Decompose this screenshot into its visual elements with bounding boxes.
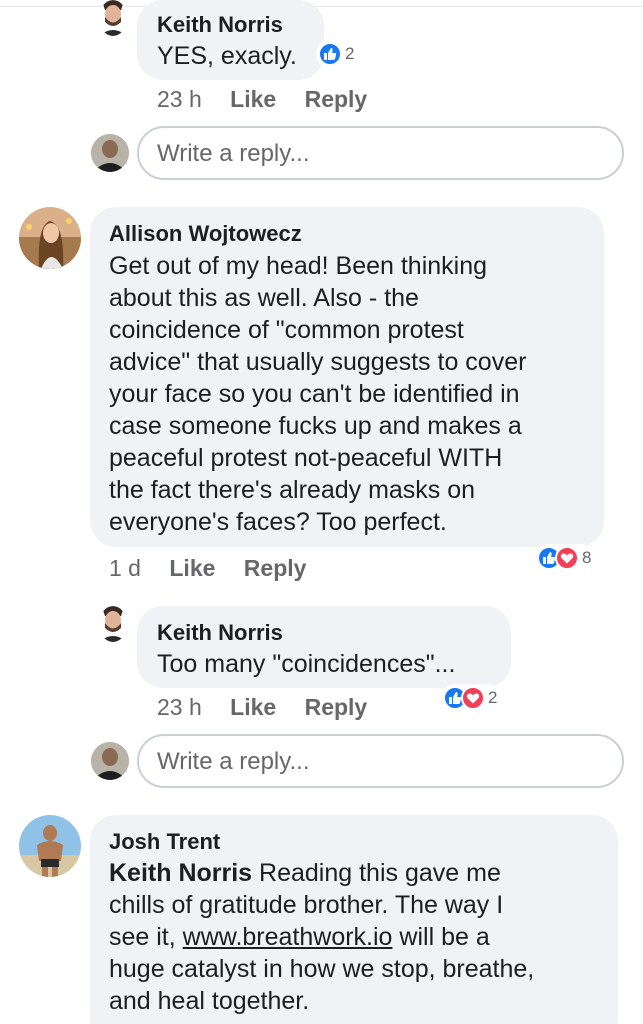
like-button[interactable]: Like	[169, 555, 215, 582]
like-icon	[318, 42, 342, 66]
comment-line: advice" that usually suggests to cover	[109, 348, 527, 376]
reaction-count: 8	[582, 548, 592, 567]
avatar[interactable]	[99, 606, 127, 642]
comment-text: Keith Norris Reading this gave me chills…	[109, 857, 534, 1017]
reply-button[interactable]: Reply	[305, 694, 368, 721]
comment-line: Too many "coincidences"...	[157, 650, 456, 678]
reply-input[interactable]: Write a reply...	[137, 126, 624, 180]
comment-line: and heal together.	[109, 987, 310, 1015]
comment-meta: 23 h Like Reply	[157, 694, 367, 721]
comment-line: chills of gratitude brother. The way I	[109, 891, 504, 919]
heart-icon	[555, 546, 579, 570]
comment-bubble: Keith Norris YES, exacly.	[137, 0, 324, 80]
reaction-count: 2	[345, 44, 355, 63]
avatar[interactable]	[99, 0, 127, 36]
reaction-summary[interactable]: 8	[535, 544, 596, 572]
comment-text: YES, exacly.	[157, 40, 297, 72]
breathwork-link[interactable]: www.breathwork.io	[183, 923, 393, 951]
comment-line: Get out of my head! Been thinking	[109, 252, 488, 280]
reply-button[interactable]: Reply	[244, 555, 307, 582]
comment-text: Too many "coincidences"...	[157, 648, 455, 680]
comment-segment: Reading this gave me	[252, 859, 501, 887]
timestamp[interactable]: 23 h	[157, 86, 202, 113]
avatar[interactable]	[91, 742, 129, 780]
comment-line: the fact there's already masks on	[109, 476, 476, 504]
comment-bubble: Josh Trent Keith Norris Reading this gav…	[90, 815, 618, 1024]
comment-line: case someone fucks up and makes a	[109, 412, 522, 440]
comment-line: everyone's faces? Too perfect.	[109, 508, 447, 536]
reaction-summary[interactable]: 2	[316, 40, 359, 68]
comment-line: coincidence of "common protest	[109, 316, 464, 344]
comment-line: about this as well. Also - the	[109, 284, 419, 312]
reply-input[interactable]: Write a reply...	[137, 734, 624, 788]
comment-author[interactable]: Keith Norris	[157, 12, 283, 38]
reply-placeholder: Write a reply...	[157, 748, 310, 775]
reply-placeholder: Write a reply...	[157, 140, 310, 167]
comment-meta: 1 d Like Reply	[109, 555, 306, 582]
comment-line: YES, exacly.	[157, 42, 297, 70]
comment-author[interactable]: Josh Trent	[109, 829, 220, 855]
comment-segment: see it,	[109, 923, 183, 951]
avatar[interactable]	[91, 134, 129, 172]
comment-author[interactable]: Keith Norris	[157, 620, 283, 646]
comment-text: Get out of my head! Been thinking about …	[109, 250, 526, 538]
comment-line: your face so you can't be identified in	[109, 380, 520, 408]
timestamp[interactable]: 1 d	[109, 555, 141, 582]
comment-author[interactable]: Allison Wojtowecz	[109, 221, 302, 247]
avatar[interactable]	[19, 815, 81, 877]
comment-bubble: Allison Wojtowecz Get out of my head! Be…	[90, 207, 604, 547]
reply-button[interactable]: Reply	[305, 86, 368, 113]
avatar[interactable]	[19, 207, 81, 269]
user-mention[interactable]: Keith Norris	[109, 859, 252, 887]
comment-line: huge catalyst in how we stop, breathe,	[109, 955, 535, 983]
reaction-count: 2	[488, 688, 498, 707]
comment-line: Keith Norris Reading this gave me	[109, 857, 534, 889]
comment-line: peaceful protest not-peaceful WITH	[109, 444, 503, 472]
comment-line: see it, www.breathwork.io will be a	[109, 921, 534, 953]
comment-segment: will be a	[392, 923, 490, 951]
separator-line	[0, 6, 643, 7]
like-button[interactable]: Like	[230, 86, 276, 113]
reaction-summary[interactable]: 2	[441, 684, 502, 712]
comment-meta: 23 h Like Reply	[157, 86, 367, 113]
heart-icon	[461, 686, 485, 710]
comment-bubble: Keith Norris Too many "coincidences"...	[137, 606, 511, 688]
timestamp[interactable]: 23 h	[157, 694, 202, 721]
like-button[interactable]: Like	[230, 694, 276, 721]
